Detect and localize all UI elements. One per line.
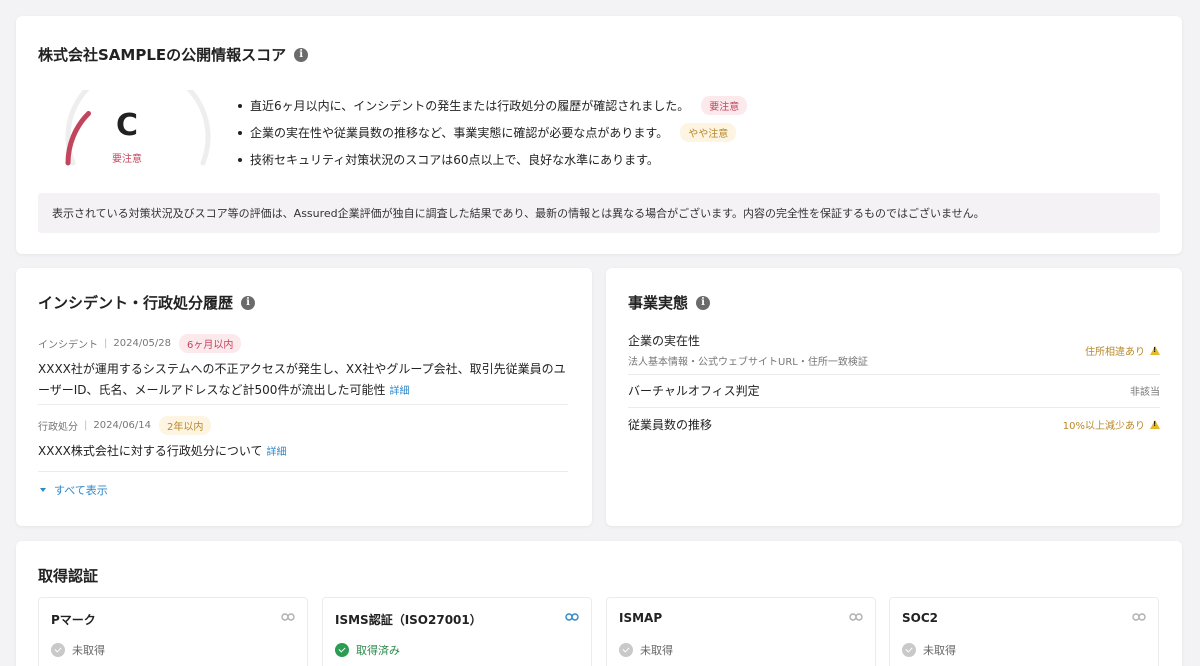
- summary-text: 技術セキュリティ対策状況のスコアは60点以上で、良好な水準にあります。: [250, 153, 659, 167]
- meta-separator: |: [104, 338, 108, 349]
- detail-link[interactable]: 詳細: [267, 447, 287, 458]
- period-tag: 6ヶ月以内: [179, 334, 242, 353]
- incident-type: インシデント: [38, 340, 98, 351]
- bullet-dot: [238, 157, 242, 162]
- info-icon[interactable]: i: [241, 295, 256, 310]
- cert-status: 取得済み: [335, 642, 400, 658]
- link-icon[interactable]: [281, 612, 295, 622]
- incident-description: XXXX社が運用するシステムへの不正アクセスが発生し、XX社やグループ会社、取引…: [38, 359, 568, 402]
- score-card: 株式会社SAMPLEの公開情報スコア i C 要注意 直近6ヶ月以内に、インシデ…: [16, 16, 1182, 254]
- caret-down-icon: [40, 488, 46, 492]
- cert-status: 未取得: [902, 642, 956, 658]
- divider: [38, 471, 568, 472]
- score-grade: C: [115, 108, 139, 143]
- business-row-label: 従業員数の推移: [628, 418, 713, 432]
- cert-card-title-row: 取得認証: [38, 565, 98, 586]
- show-all-label: すべて表示: [54, 484, 108, 497]
- divider: [628, 374, 1160, 375]
- incident-text: XXXX株式会社に対する行政処分について: [38, 444, 263, 458]
- meta-separator: |: [84, 420, 88, 431]
- incident-date: 2024/05/28: [113, 338, 172, 349]
- cert-item-pmark: Pマーク 未取得: [38, 597, 308, 666]
- summary-text: 直近6ヶ月以内に、インシデントの発生または行政処分の履歴が確認されました。: [250, 99, 690, 113]
- incident-meta: 行政処分 | 2024/06/14 2年以内: [38, 416, 568, 435]
- business-card-title-row: 事業実態 i: [628, 292, 711, 313]
- score-card-title: 株式会社SAMPLEの公開情報スコア: [38, 46, 287, 64]
- check-circle-icon: [51, 643, 65, 657]
- score-card-title-row: 株式会社SAMPLEの公開情報スコア i: [38, 44, 309, 65]
- business-row-value-text: 住所相違あり: [1085, 346, 1145, 358]
- business-row-value: 住所相違あり: [1085, 343, 1160, 358]
- status-badge-danger: 要注意: [701, 96, 748, 115]
- business-reality-card: 事業実態 i 企業の実在性 法人基本情報・公式ウェブサイトURL・住所一致検証 …: [606, 268, 1182, 526]
- certification-card: 取得認証 Pマーク 未取得 ISMS認証（ISO27001） 取得済み ISMA…: [16, 541, 1182, 666]
- cert-status-text: 未取得: [640, 644, 673, 657]
- business-row: 企業の実在性 法人基本情報・公式ウェブサイトURL・住所一致検証 住所相違あり: [628, 332, 1160, 368]
- incident-item: 行政処分 | 2024/06/14 2年以内 XXXX株式会社に対する行政処分に…: [38, 416, 568, 463]
- bullet-dot: [238, 103, 242, 108]
- incident-card-title: インシデント・行政処分履歴: [38, 294, 234, 312]
- cert-status: 未取得: [619, 642, 673, 658]
- cert-name: SOC2: [902, 611, 938, 625]
- disclaimer: 表示されている対策状況及びスコア等の評価は、Assured企業評価が独自に調査し…: [38, 193, 1160, 233]
- incident-description: XXXX株式会社に対する行政処分について 詳細: [38, 441, 568, 463]
- incident-meta: インシデント | 2024/05/28 6ヶ月以内: [38, 334, 568, 353]
- business-card-title: 事業実態: [628, 294, 689, 312]
- business-row-label: バーチャルオフィス判定: [628, 384, 760, 398]
- cert-status-text: 未取得: [72, 644, 105, 657]
- bullet-dot: [238, 130, 242, 135]
- summary-text: 企業の実在性や従業員数の推移など、事業実態に確認が必要な点があります。: [250, 126, 669, 140]
- cert-status-text: 未取得: [923, 644, 956, 657]
- incident-history-card: インシデント・行政処分履歴 i インシデント | 2024/05/28 6ヶ月以…: [16, 268, 592, 526]
- show-all-button[interactable]: すべて表示: [40, 482, 108, 498]
- warning-icon: [1150, 345, 1160, 355]
- business-row-labels: 企業の実在性 法人基本情報・公式ウェブサイトURL・住所一致検証: [628, 332, 868, 368]
- incident-type: 行政処分: [38, 422, 78, 433]
- summary-bullet: 技術セキュリティ対策状況のスコアは60点以上で、良好な水準にあります。: [238, 146, 747, 173]
- check-circle-icon: [335, 643, 349, 657]
- link-icon[interactable]: [849, 612, 863, 622]
- warning-icon: [1150, 420, 1160, 429]
- incident-item: インシデント | 2024/05/28 6ヶ月以内 XXXX社が運用するシステム…: [38, 334, 568, 402]
- cert-item-isms: ISMS認証（ISO27001） 取得済み: [322, 597, 592, 666]
- check-circle-icon: [619, 643, 633, 657]
- business-row-label: 企業の実在性: [628, 334, 701, 348]
- cert-name: ISMS認証（ISO27001）: [335, 613, 482, 627]
- cert-item-soc2: SOC2 未取得: [889, 597, 1159, 666]
- incident-text: XXXX社が運用するシステムへの不正アクセスが発生し、XX社やグループ会社、取引…: [38, 362, 566, 397]
- incident-card-title-row: インシデント・行政処分履歴 i: [38, 292, 256, 313]
- business-row: バーチャルオフィス判定 非該当: [628, 382, 1160, 399]
- divider: [38, 404, 568, 405]
- detail-link[interactable]: 詳細: [389, 386, 409, 397]
- divider: [628, 407, 1160, 408]
- incident-date: 2024/06/14: [93, 420, 152, 431]
- business-row-sub: 法人基本情報・公式ウェブサイトURL・住所一致検証: [628, 357, 868, 368]
- business-row-value-text: 非該当: [1130, 387, 1160, 398]
- summary-bullet: 企業の実在性や従業員数の推移など、事業実態に確認が必要な点があります。 やや注意: [238, 119, 747, 146]
- business-row-value: 非該当: [1130, 383, 1160, 398]
- status-badge-caution: やや注意: [680, 123, 737, 142]
- link-icon[interactable]: [1132, 612, 1146, 622]
- cert-status-text: 取得済み: [356, 644, 400, 657]
- business-row-value-text: 10%以上減少あり: [1062, 421, 1145, 432]
- info-icon[interactable]: i: [696, 295, 711, 310]
- info-icon[interactable]: i: [294, 47, 309, 62]
- summary-bullet: 直近6ヶ月以内に、インシデントの発生または行政処分の履歴が確認されました。 要注…: [238, 92, 748, 119]
- business-row: 従業員数の推移 10%以上減少あり: [628, 416, 1160, 433]
- cert-item-ismap: ISMAP 未取得: [606, 597, 876, 666]
- business-row-value: 10%以上減少あり: [1063, 417, 1160, 432]
- cert-status: 未取得: [51, 642, 105, 658]
- cert-name: Pマーク: [51, 613, 96, 627]
- check-circle-icon: [902, 643, 916, 657]
- period-tag: 2年以内: [159, 416, 212, 435]
- cert-card-title: 取得認証: [38, 567, 99, 585]
- link-icon[interactable]: [565, 612, 579, 622]
- score-summary-list: 直近6ヶ月以内に、インシデントの発生または行政処分の履歴が確認されました。 要注…: [238, 92, 748, 173]
- cert-name: ISMAP: [619, 611, 663, 625]
- score-grade-label: 要注意: [112, 154, 142, 165]
